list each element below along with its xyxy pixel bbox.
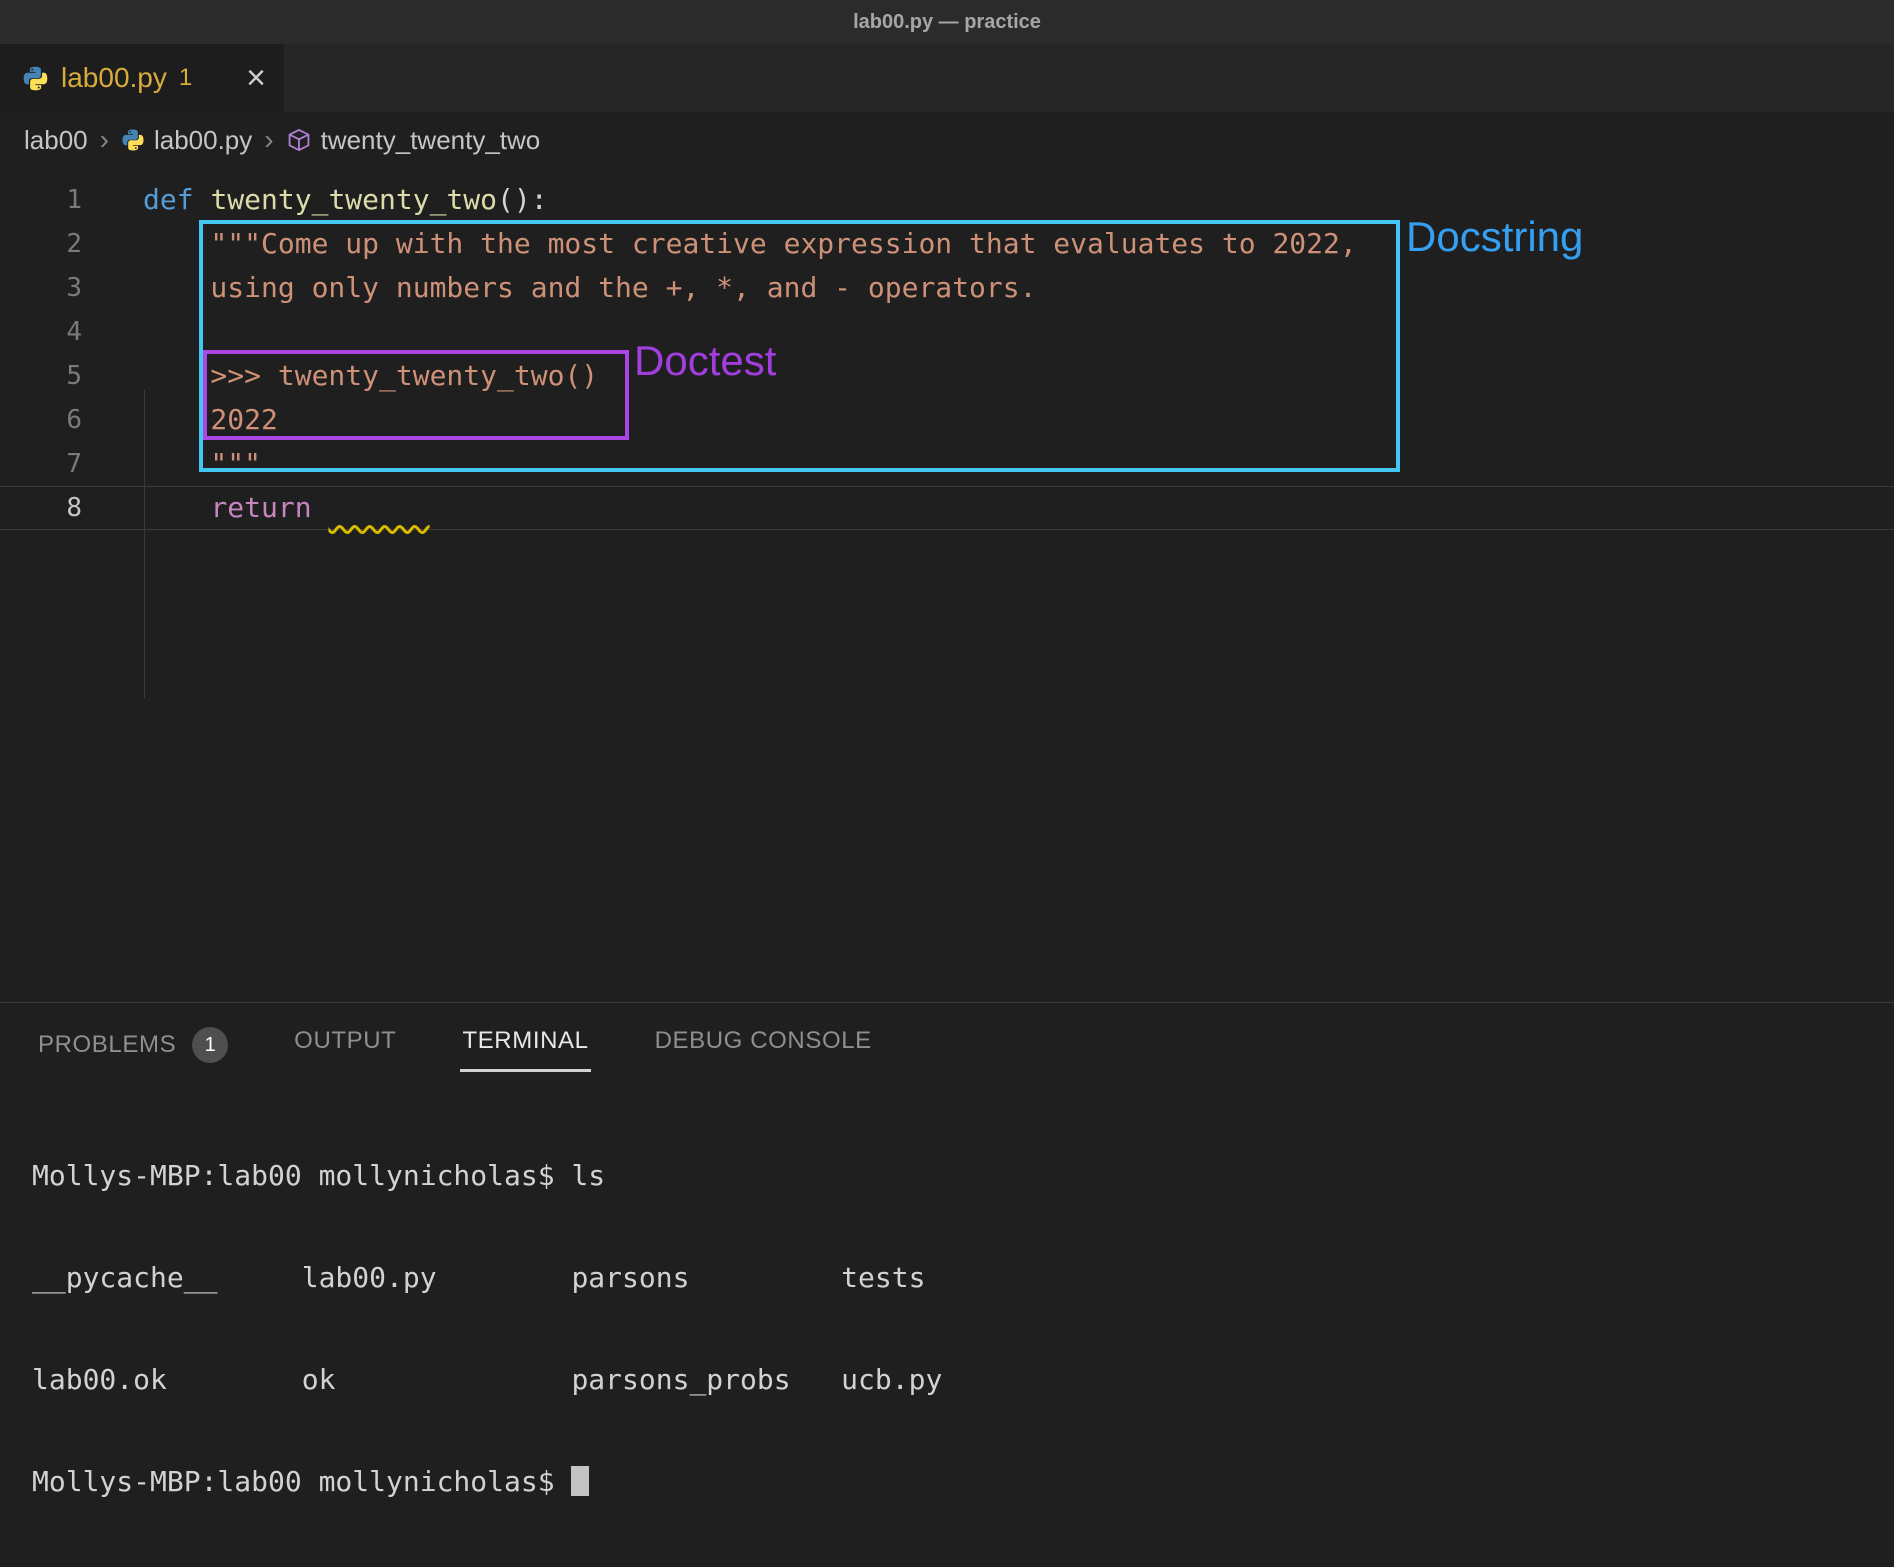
symbol-namespace-icon bbox=[286, 127, 312, 153]
terminal-line: __pycache__ lab00.py parsons tests bbox=[32, 1261, 942, 1295]
code-text: 2022 bbox=[143, 398, 278, 442]
code-line-6[interactable]: 6 2022 bbox=[0, 398, 1894, 442]
breadcrumb-item-file[interactable]: lab00.py bbox=[154, 125, 252, 156]
line-number[interactable]: 6 bbox=[0, 398, 82, 442]
code-line-5[interactable]: 5 >>> twenty_twenty_two() bbox=[0, 354, 1894, 398]
code-text: """ bbox=[143, 442, 261, 486]
token-docstring-close: """ bbox=[143, 447, 261, 480]
python-icon bbox=[121, 128, 145, 152]
chevron-right-icon: › bbox=[264, 124, 273, 156]
terminal-cursor bbox=[571, 1466, 589, 1496]
indent-guide bbox=[144, 390, 145, 698]
line-number[interactable]: 5 bbox=[0, 354, 82, 398]
tab-bar: lab00.py 1 × bbox=[0, 44, 1894, 112]
code-text: >>> twenty_twenty_two() bbox=[143, 354, 598, 398]
tab-label: lab00.py bbox=[61, 62, 167, 94]
terminal-line: Mollys-MBP:lab00 mollynicholas$ ls bbox=[32, 1159, 942, 1193]
code-line-1[interactable]: 1 def twenty_twenty_two(): bbox=[0, 178, 1894, 222]
token-function-name: twenty_twenty_two bbox=[210, 183, 497, 216]
panel-tab-label: TERMINAL bbox=[462, 1027, 588, 1055]
line-number[interactable]: 2 bbox=[0, 222, 82, 266]
line-number[interactable]: 8 bbox=[0, 487, 82, 529]
token-indent bbox=[143, 491, 210, 524]
close-icon[interactable]: × bbox=[246, 61, 266, 95]
terminal-prompt-line: Mollys-MBP:lab00 mollynicholas$ bbox=[32, 1465, 942, 1499]
tab-lab00py[interactable]: lab00.py 1 × bbox=[0, 44, 284, 112]
missing-expression-squiggle bbox=[328, 491, 429, 524]
tab-dirty-count: 1 bbox=[179, 64, 192, 92]
line-number[interactable]: 1 bbox=[0, 178, 82, 222]
code-line-4[interactable]: 4 bbox=[0, 310, 1894, 354]
code-line-7[interactable]: 7 """ bbox=[0, 442, 1894, 486]
token-docstring: using only numbers and the +, *, and - o… bbox=[143, 271, 1036, 304]
chevron-right-icon: › bbox=[100, 124, 109, 156]
code-text: return bbox=[143, 487, 430, 529]
code-text: using only numbers and the +, *, and - o… bbox=[143, 266, 1036, 310]
panel-tab-label: PROBLEMS bbox=[38, 1031, 176, 1059]
tab-terminal[interactable]: TERMINAL bbox=[460, 1003, 590, 1072]
code-text: """Come up with the most creative expres… bbox=[143, 222, 1357, 266]
tab-problems[interactable]: PROBLEMS 1 bbox=[36, 1003, 230, 1077]
line-number[interactable]: 7 bbox=[0, 442, 82, 486]
code-line-8-current[interactable]: 8 return bbox=[0, 486, 1894, 530]
code-text: def twenty_twenty_two(): bbox=[143, 178, 548, 222]
problems-count-badge: 1 bbox=[192, 1027, 228, 1063]
python-icon bbox=[22, 65, 49, 92]
line-number[interactable]: 3 bbox=[0, 266, 82, 310]
breadcrumb-item-folder[interactable]: lab00 bbox=[24, 125, 88, 156]
terminal[interactable]: Mollys-MBP:lab00 mollynicholas$ ls __pyc… bbox=[32, 1091, 942, 1567]
token-docstring: """Come up with the most creative expres… bbox=[143, 227, 1357, 260]
code-line-2[interactable]: 2 """Come up with the most creative expr… bbox=[0, 222, 1894, 266]
line-number[interactable]: 4 bbox=[0, 310, 82, 354]
panel-tab-label: DEBUG CONSOLE bbox=[655, 1027, 872, 1055]
code-line-3[interactable]: 3 using only numbers and the +, *, and -… bbox=[0, 266, 1894, 310]
tab-output[interactable]: OUTPUT bbox=[292, 1003, 398, 1069]
tab-debug-console[interactable]: DEBUG CONSOLE bbox=[653, 1003, 874, 1069]
bottom-panel: PROBLEMS 1 OUTPUT TERMINAL DEBUG CONSOLE… bbox=[0, 1002, 1894, 1304]
token-doctest-call: >>> twenty_twenty_two() bbox=[143, 359, 598, 392]
terminal-prompt: Mollys-MBP:lab00 mollynicholas$ bbox=[32, 1465, 571, 1498]
token-punctuation: (): bbox=[497, 183, 548, 216]
token-keyword-def: def bbox=[143, 183, 210, 216]
breadcrumb: lab00 › lab00.py › twenty_twenty_two bbox=[0, 112, 1894, 168]
terminal-line: lab00.ok ok parsons_probs ucb.py bbox=[32, 1363, 942, 1397]
token-keyword-return: return bbox=[210, 491, 328, 524]
window-title: lab00.py — practice bbox=[853, 11, 1041, 34]
token-doctest-result: 2022 bbox=[143, 403, 278, 436]
panel-tab-bar: PROBLEMS 1 OUTPUT TERMINAL DEBUG CONSOLE bbox=[0, 1003, 1894, 1083]
code-editor[interactable]: 1 def twenty_twenty_two(): 2 """Come up … bbox=[0, 168, 1894, 1002]
panel-tab-label: OUTPUT bbox=[294, 1027, 396, 1055]
titlebar: lab00.py — practice bbox=[0, 0, 1894, 44]
breadcrumb-item-symbol[interactable]: twenty_twenty_two bbox=[321, 125, 541, 156]
